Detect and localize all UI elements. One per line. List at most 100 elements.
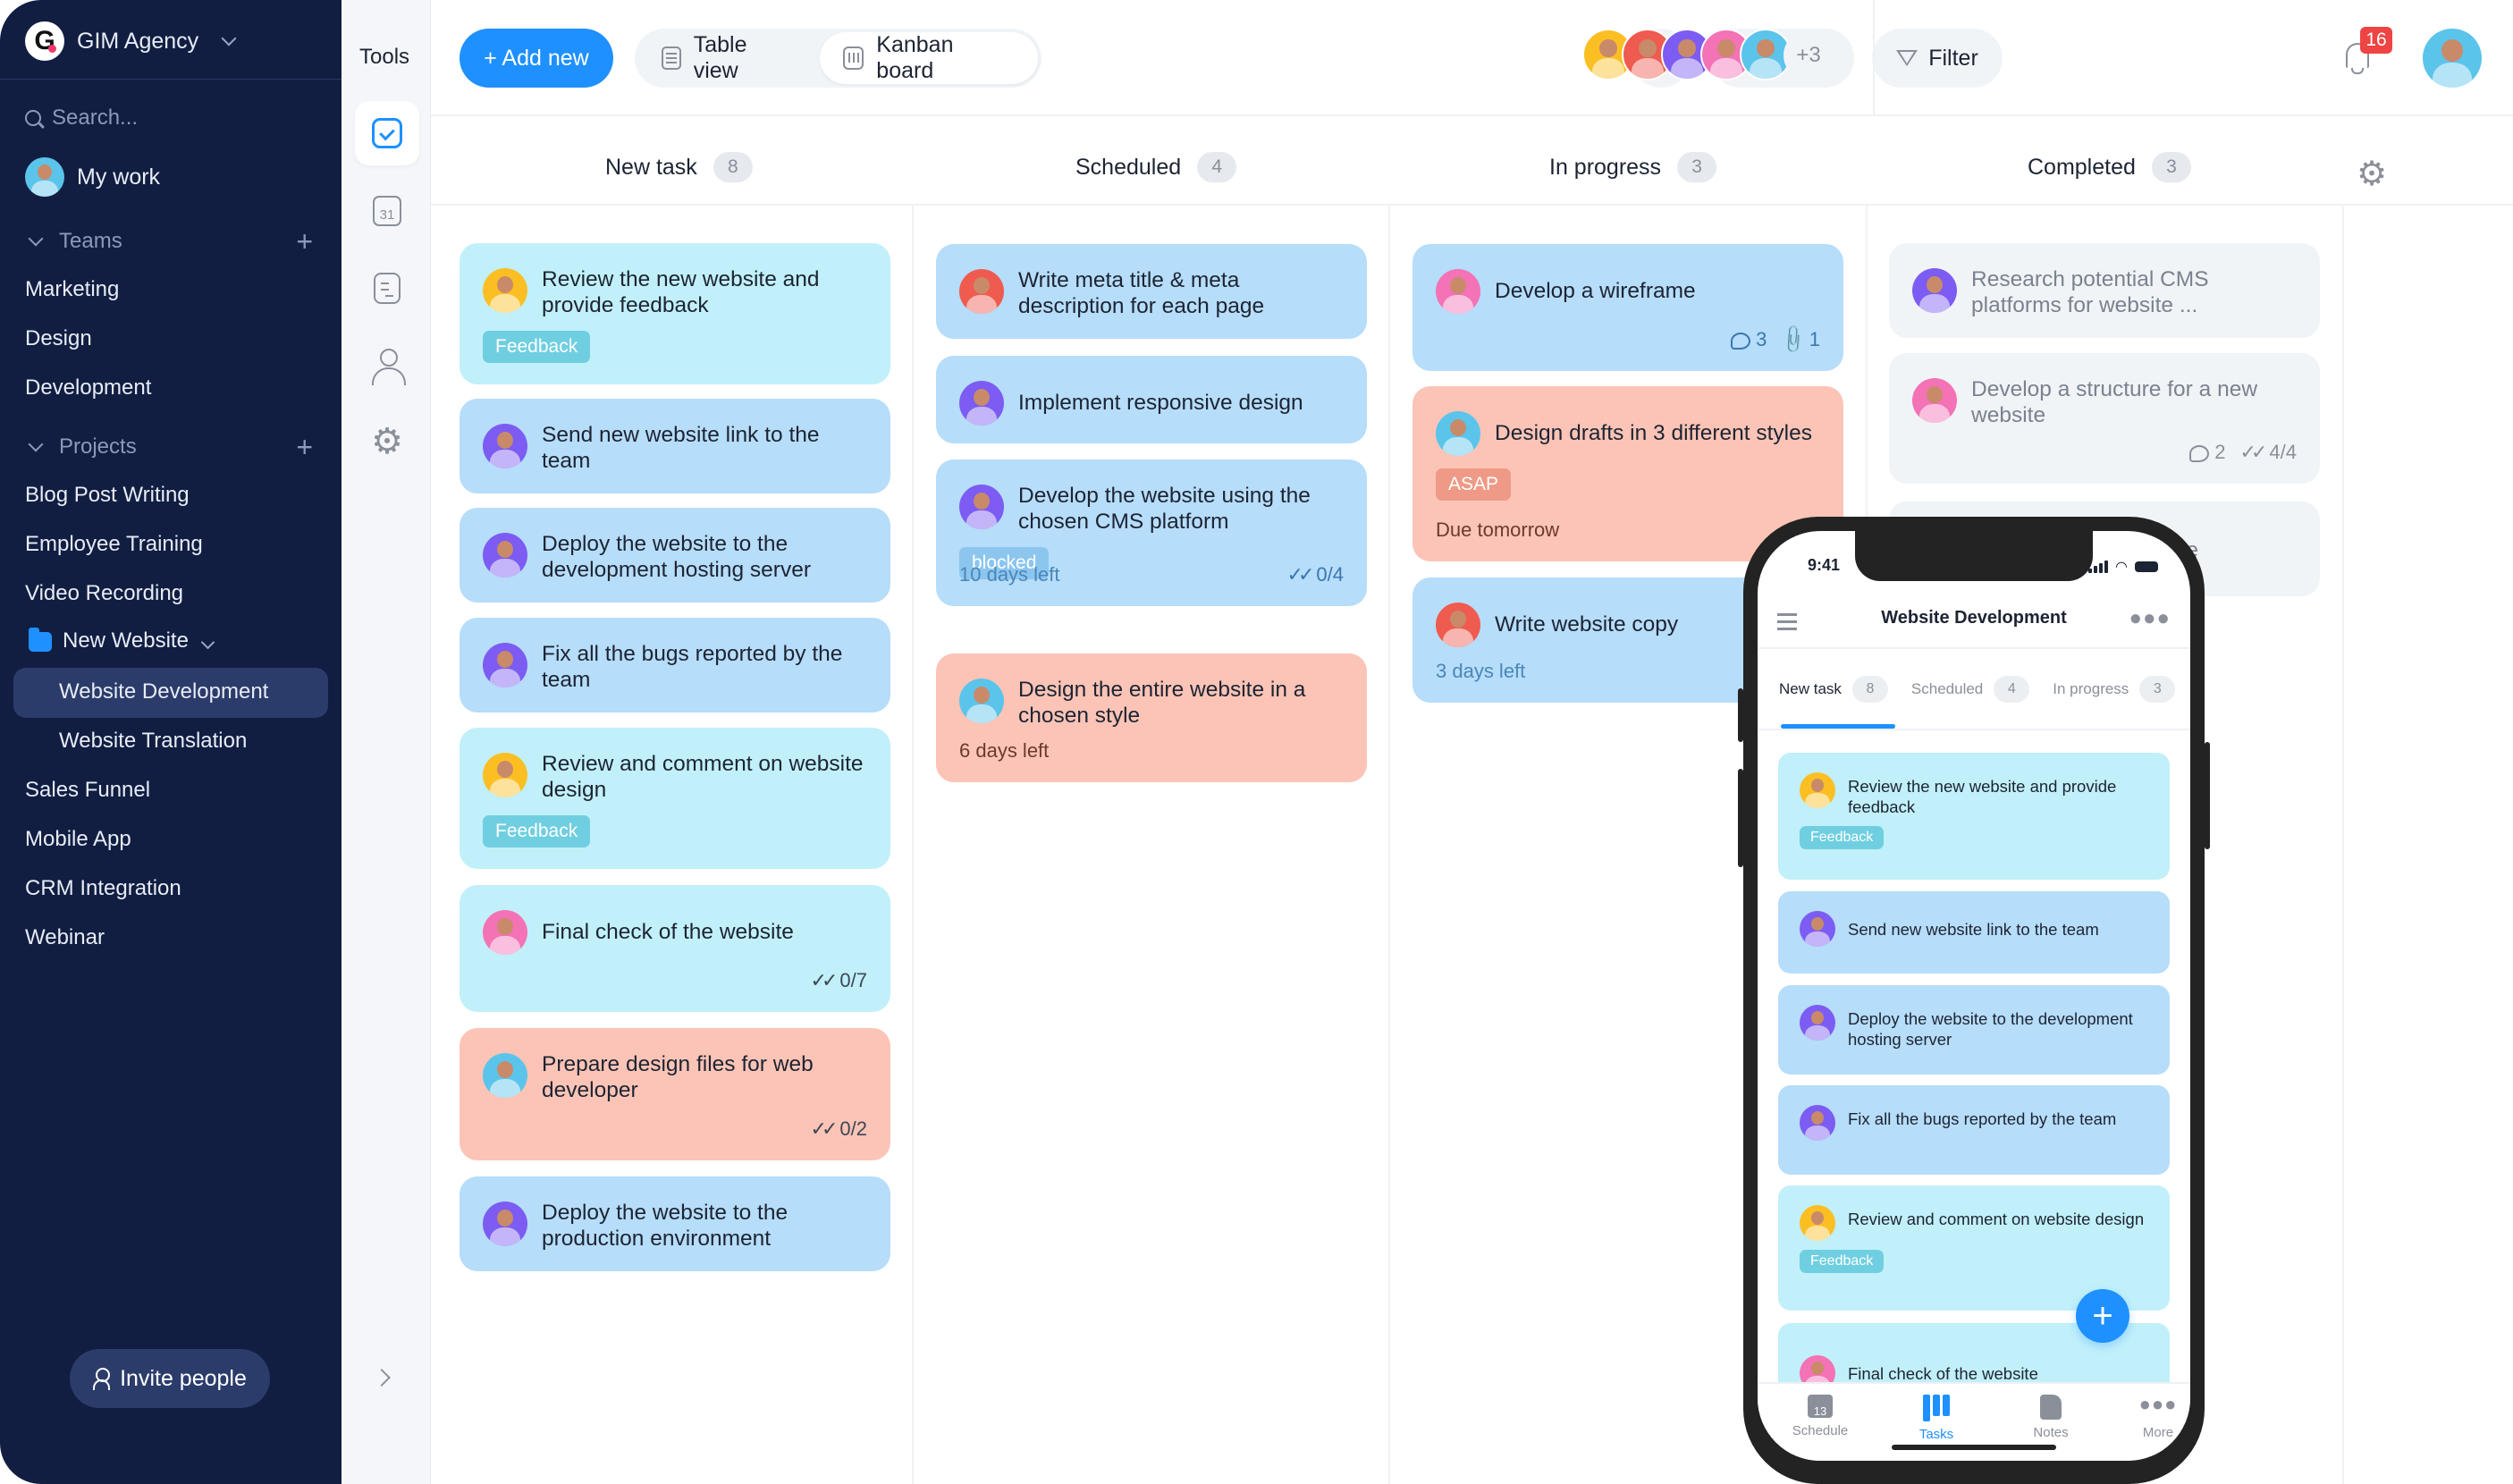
task-card[interactable]: Design the entire website in a chosen st… bbox=[936, 653, 1367, 782]
user-avatar[interactable] bbox=[2423, 29, 2482, 88]
task-card[interactable]: Implement responsive design bbox=[936, 356, 1367, 443]
divider bbox=[0, 79, 342, 80]
phone-tab-in-progress[interactable]: In progress 3 bbox=[2053, 676, 2176, 703]
calendar-icon: 31 bbox=[373, 196, 401, 226]
checklist-count: 4/4 bbox=[2269, 441, 2297, 463]
due-date: 6 days left bbox=[959, 739, 1050, 762]
column-header-completed: Completed 3 bbox=[2028, 152, 2191, 182]
tool-contacts[interactable] bbox=[355, 333, 419, 397]
tag-feedback: Feedback bbox=[483, 331, 591, 363]
sidebar-item-crm-integration[interactable]: CRM Integration bbox=[25, 876, 181, 901]
tool-notes[interactable] bbox=[355, 256, 419, 320]
task-card[interactable]: Send new website link to the team bbox=[460, 399, 890, 493]
sidebar-item-website-translation[interactable]: Website Translation bbox=[59, 729, 247, 754]
teams-section-header[interactable]: Teams + bbox=[27, 227, 313, 256]
sidebar-item-employee-training[interactable]: Employee Training bbox=[25, 532, 203, 557]
avatar bbox=[483, 910, 527, 955]
tag-asap: ASAP bbox=[1436, 468, 1512, 501]
workspace-logo: G bbox=[25, 21, 64, 61]
nav-notes[interactable]: Notes bbox=[2006, 1395, 2096, 1440]
nav-schedule[interactable]: 13 Schedule bbox=[1775, 1395, 1865, 1438]
add-project-icon[interactable]: + bbox=[296, 433, 313, 461]
sidebar-item-design[interactable]: Design bbox=[25, 326, 92, 351]
task-card[interactable]: Final check of the website ✓✓ 0/7 bbox=[460, 885, 890, 1012]
tab-kanban-board[interactable]: Kanban board bbox=[819, 32, 1038, 84]
divider bbox=[431, 204, 2513, 206]
tools-rail: Tools 31 ⚙ bbox=[342, 0, 431, 1484]
app-root: G GIM Agency Search... My work Teams + M… bbox=[0, 0, 2513, 1484]
tag-feedback: Feedback bbox=[1800, 1250, 1885, 1273]
user-icon bbox=[372, 349, 406, 385]
task-card[interactable]: Review the new website and provide feedb… bbox=[460, 243, 890, 384]
sidebar-item-development[interactable]: Development bbox=[25, 375, 151, 401]
workspace-name: GIM Agency bbox=[77, 28, 199, 54]
column-header-in-progress: In progress 3 bbox=[1549, 152, 1717, 182]
phone-task-card[interactable]: Fix all the bugs reported by the team bbox=[1778, 1085, 2170, 1175]
task-card[interactable]: Research potential CMS platforms for web… bbox=[1889, 243, 2320, 338]
add-task-fab[interactable]: + bbox=[2076, 1289, 2129, 1343]
phone-task-card[interactable]: Review the new website and provide feedb… bbox=[1778, 753, 2170, 880]
more-members-button[interactable]: +3 bbox=[1784, 30, 1834, 80]
task-card[interactable]: Develop a wireframe 3 📎1 bbox=[1413, 244, 1843, 371]
tab-table-view[interactable]: Table view bbox=[638, 32, 820, 84]
task-title: Deploy the website to the development ho… bbox=[1848, 1009, 2133, 1049]
projects-section-header[interactable]: Projects + bbox=[27, 433, 313, 461]
task-card[interactable]: Write meta title & meta description for … bbox=[936, 244, 1367, 339]
phone-tab-new-task[interactable]: New task 8 bbox=[1779, 676, 1888, 703]
task-card[interactable]: Fix all the bugs reported by the team bbox=[460, 618, 890, 712]
task-card[interactable]: Deploy the website to the production env… bbox=[460, 1176, 890, 1271]
tool-tasks[interactable] bbox=[355, 101, 419, 165]
sidebar-item-mobile-app[interactable]: Mobile App bbox=[25, 827, 131, 852]
member-avatars[interactable] bbox=[1582, 29, 1792, 80]
tab-label: Table view bbox=[693, 32, 747, 83]
add-new-button[interactable]: + Add new bbox=[460, 29, 613, 88]
workspace-switcher[interactable]: G GIM Agency bbox=[25, 21, 237, 61]
add-team-icon[interactable]: + bbox=[296, 227, 313, 256]
task-card[interactable]: Review and comment on website design Fee… bbox=[460, 728, 890, 869]
tab-count: 3 bbox=[2139, 676, 2176, 703]
avatar bbox=[1800, 1105, 1835, 1141]
comment-count: 3 bbox=[1756, 328, 1767, 350]
tool-settings[interactable]: ⚙ bbox=[355, 409, 419, 474]
tools-title: Tools bbox=[359, 45, 410, 69]
search-placeholder: Search... bbox=[52, 105, 139, 130]
section-label: Teams bbox=[59, 229, 122, 253]
task-card[interactable]: Develop a structure for a new website 2 … bbox=[1889, 353, 2320, 484]
sidebar-item-blog-post-writing[interactable]: Blog Post Writing bbox=[25, 483, 190, 508]
more-options-icon[interactable]: ●●● bbox=[2129, 606, 2171, 631]
nav-tasks[interactable]: Tasks bbox=[1892, 1395, 1981, 1442]
nav-more[interactable]: ●●● More bbox=[2113, 1395, 2190, 1441]
task-card[interactable]: Prepare design files for web developer ✓… bbox=[460, 1028, 890, 1160]
board-settings-gear-icon[interactable]: ⚙ bbox=[2357, 157, 2387, 191]
phone-tab-scheduled[interactable]: Scheduled 4 bbox=[1910, 676, 2030, 703]
chevron-down-icon bbox=[28, 436, 44, 452]
avatar bbox=[483, 268, 527, 313]
task-card[interactable]: Deploy the website to the development ho… bbox=[460, 508, 890, 603]
column-divider bbox=[912, 206, 914, 1484]
sidebar-item-website-development[interactable]: Website Development bbox=[59, 679, 268, 704]
sidebar-item-my-work[interactable]: My work bbox=[25, 157, 160, 197]
column-count: 4 bbox=[1197, 152, 1237, 182]
column-title: New task bbox=[605, 154, 697, 180]
user-plus-icon bbox=[93, 1368, 111, 1390]
sidebar-item-webinar[interactable]: Webinar bbox=[25, 925, 105, 950]
comment-icon bbox=[1731, 332, 1751, 350]
sidebar-folder-new-website[interactable]: New Website bbox=[29, 627, 215, 653]
tab-label: New task bbox=[1779, 680, 1842, 697]
phone-task-card[interactable]: Send new website link to the team bbox=[1778, 891, 2170, 974]
task-title: Develop the website using the chosen CMS… bbox=[1018, 484, 1311, 534]
phone-task-card[interactable]: Deploy the website to the development ho… bbox=[1778, 985, 2170, 1075]
filter-button[interactable]: Filter bbox=[1872, 29, 2003, 88]
avatar bbox=[1912, 268, 1957, 313]
tool-calendar[interactable]: 31 bbox=[355, 179, 419, 243]
task-title: Develop a wireframe bbox=[1495, 278, 1696, 303]
sidebar-item-sales-funnel[interactable]: Sales Funnel bbox=[25, 778, 150, 803]
tab-label: Scheduled bbox=[1910, 680, 1984, 697]
invite-people-button[interactable]: Invite people bbox=[70, 1349, 270, 1408]
attachment-count: 1 bbox=[1809, 328, 1820, 350]
sidebar-item-label: My work bbox=[77, 164, 161, 190]
sidebar-item-video-recording[interactable]: Video Recording bbox=[25, 581, 183, 606]
sidebar-item-marketing[interactable]: Marketing bbox=[25, 277, 119, 302]
sidebar-search[interactable]: Search... bbox=[25, 105, 138, 131]
task-card[interactable]: Develop the website using the chosen CMS… bbox=[936, 460, 1367, 606]
